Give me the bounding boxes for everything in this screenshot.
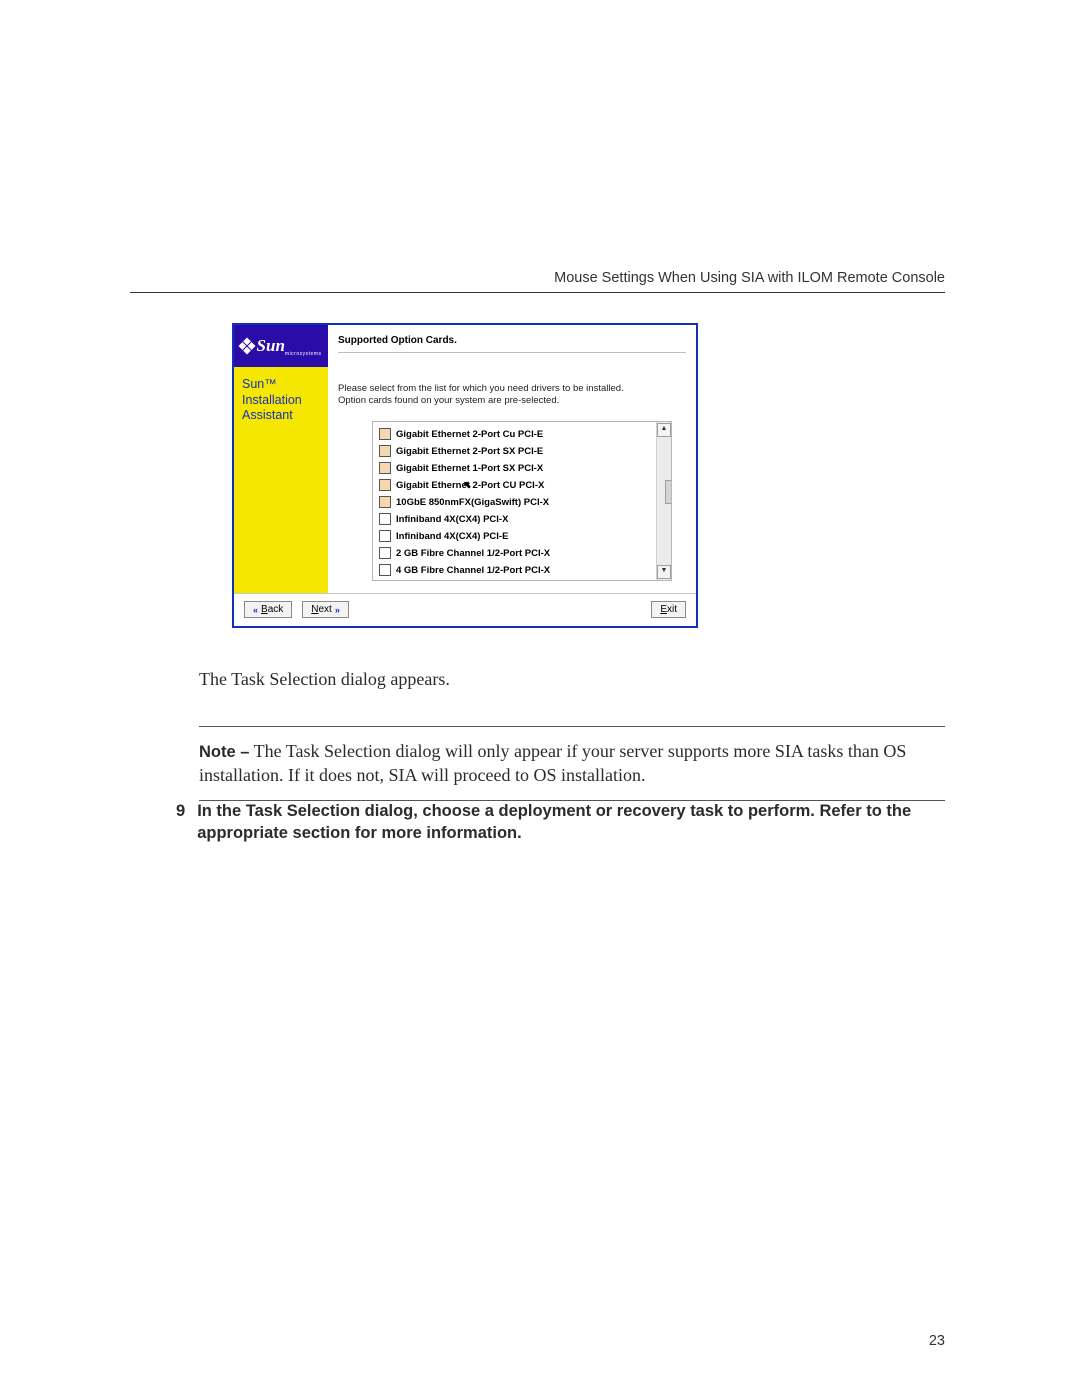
scroll-thumb[interactable] bbox=[665, 480, 672, 504]
option-label: Infiniband 4X(CX4) PCI-X bbox=[396, 514, 508, 525]
sun-logo-icon bbox=[238, 338, 255, 355]
scroll-up-button[interactable]: ▲ bbox=[657, 423, 671, 437]
dialog-button-bar: « Back Next » Exit bbox=[234, 594, 696, 626]
option-label: Gigabit Ethernet 2-Port SX PCI-E bbox=[396, 446, 543, 457]
page-number: 23 bbox=[929, 1333, 945, 1349]
option-cards-listbox[interactable]: Gigabit Ethernet 2-Port Cu PCI-E Gigabit … bbox=[372, 421, 672, 581]
sidebar-title-line: Installation bbox=[242, 393, 320, 409]
running-head: Mouse Settings When Using SIA with ILOM … bbox=[554, 270, 945, 286]
option-item[interactable]: Gigabit Ethernet 2-Port Cu PCI-E bbox=[379, 426, 654, 443]
checkbox-icon[interactable] bbox=[379, 462, 391, 474]
paragraph: The Task Selection dialog appears. bbox=[199, 669, 945, 690]
back-mnemonic: B bbox=[261, 604, 268, 615]
option-label: Gigabit Ethernet 2-Port Cu PCI-E bbox=[396, 429, 543, 440]
option-label: 2 GB Fibre Channel 1/2-Port PCI-X bbox=[396, 548, 550, 559]
instructions: Please select from the list for which yo… bbox=[338, 383, 686, 407]
document-page: Mouse Settings When Using SIA with ILOM … bbox=[0, 0, 1080, 1397]
exit-mnemonic: E bbox=[660, 604, 667, 615]
option-item[interactable]: Gigabit Ethernet 1-Port SX PCI-X bbox=[379, 460, 654, 477]
option-label: 10GbE 850nmFX(GigaSwift) PCI-X bbox=[396, 497, 549, 508]
option-item[interactable]: Gigabit Ethernet 2-Port CU PCI-X⬉ bbox=[379, 477, 654, 494]
mouse-pointer-icon: ⬉ bbox=[463, 480, 471, 491]
exit-label-rest: xit bbox=[667, 604, 677, 615]
checkbox-icon[interactable] bbox=[379, 530, 391, 542]
note-block: Note – The Task Selection dialog will on… bbox=[199, 726, 945, 801]
checkbox-icon[interactable] bbox=[379, 479, 391, 491]
option-item[interactable]: 2 GB Fibre Channel 1/2-Port PCI-X bbox=[379, 545, 654, 562]
option-label: 4 GB Fibre Channel 1/2-Port PCI-X bbox=[396, 565, 550, 576]
sun-logo: Sunmicrosystems bbox=[234, 325, 328, 367]
note-label: Note – bbox=[199, 743, 249, 761]
option-item[interactable]: Gigabit Ethernet 2-Port SX PCI-E bbox=[379, 443, 654, 460]
back-label-rest: ack bbox=[268, 604, 284, 615]
checkbox-icon[interactable] bbox=[379, 445, 391, 457]
option-label: Infiniband 4X(CX4) PCI-E bbox=[396, 531, 508, 542]
checkbox-icon[interactable] bbox=[379, 496, 391, 508]
header-rule bbox=[130, 292, 945, 293]
step-number: 9 bbox=[176, 800, 185, 845]
dialog-content: Supported Option Cards. Please select fr… bbox=[328, 325, 696, 593]
sun-brand: Sun bbox=[257, 336, 285, 355]
option-item[interactable]: Infiniband 4X(CX4) PCI-X bbox=[379, 511, 654, 528]
scrollbar[interactable]: ▲ ▼ bbox=[656, 422, 671, 580]
sun-logo-text: Sunmicrosystems bbox=[257, 337, 322, 356]
dialog-body: Sunmicrosystems Sun™ Installation Assist… bbox=[234, 325, 696, 594]
instructions-line: Please select from the list for which yo… bbox=[338, 383, 686, 395]
option-list[interactable]: Gigabit Ethernet 2-Port Cu PCI-E Gigabit … bbox=[373, 422, 656, 580]
checkbox-icon[interactable] bbox=[379, 513, 391, 525]
next-button[interactable]: Next » bbox=[302, 601, 349, 618]
panel-heading: Supported Option Cards. bbox=[338, 335, 686, 353]
dialog-sidebar: Sunmicrosystems Sun™ Installation Assist… bbox=[234, 325, 328, 593]
checkbox-icon[interactable] bbox=[379, 564, 391, 576]
chevron-right-icon: » bbox=[335, 605, 340, 615]
option-item[interactable]: 4 GB Fibre Channel 1/2-Port PCI-X bbox=[379, 562, 654, 579]
scroll-down-button[interactable]: ▼ bbox=[657, 565, 671, 579]
step-text: In the Task Selection dialog, choose a d… bbox=[197, 800, 945, 845]
instructions-line: Option cards found on your system are pr… bbox=[338, 395, 686, 407]
step-9: 9 In the Task Selection dialog, choose a… bbox=[176, 800, 945, 845]
checkbox-icon[interactable] bbox=[379, 547, 391, 559]
exit-button[interactable]: Exit bbox=[651, 601, 686, 618]
sidebar-title: Sun™ Installation Assistant bbox=[242, 377, 320, 424]
option-item[interactable]: 10GbE 850nmFX(GigaSwift) PCI-X bbox=[379, 494, 654, 511]
option-label: Gigabit Ethernet 1-Port SX PCI-X bbox=[396, 463, 543, 474]
checkbox-icon[interactable] bbox=[379, 428, 391, 440]
sidebar-panel: Sun™ Installation Assistant bbox=[234, 367, 328, 593]
next-label-rest: ext bbox=[318, 604, 331, 615]
back-button[interactable]: « Back bbox=[244, 601, 292, 618]
option-item[interactable]: Infiniband 4X(CX4) PCI-E bbox=[379, 528, 654, 545]
chevron-left-icon: « bbox=[253, 605, 258, 615]
sidebar-title-line: Assistant bbox=[242, 408, 320, 424]
sia-option-cards-dialog: Sunmicrosystems Sun™ Installation Assist… bbox=[232, 323, 698, 628]
note-text: The Task Selection dialog will only appe… bbox=[199, 741, 906, 785]
sidebar-title-line: Sun™ bbox=[242, 377, 320, 393]
sun-brand-sub: microsystems bbox=[285, 351, 322, 357]
